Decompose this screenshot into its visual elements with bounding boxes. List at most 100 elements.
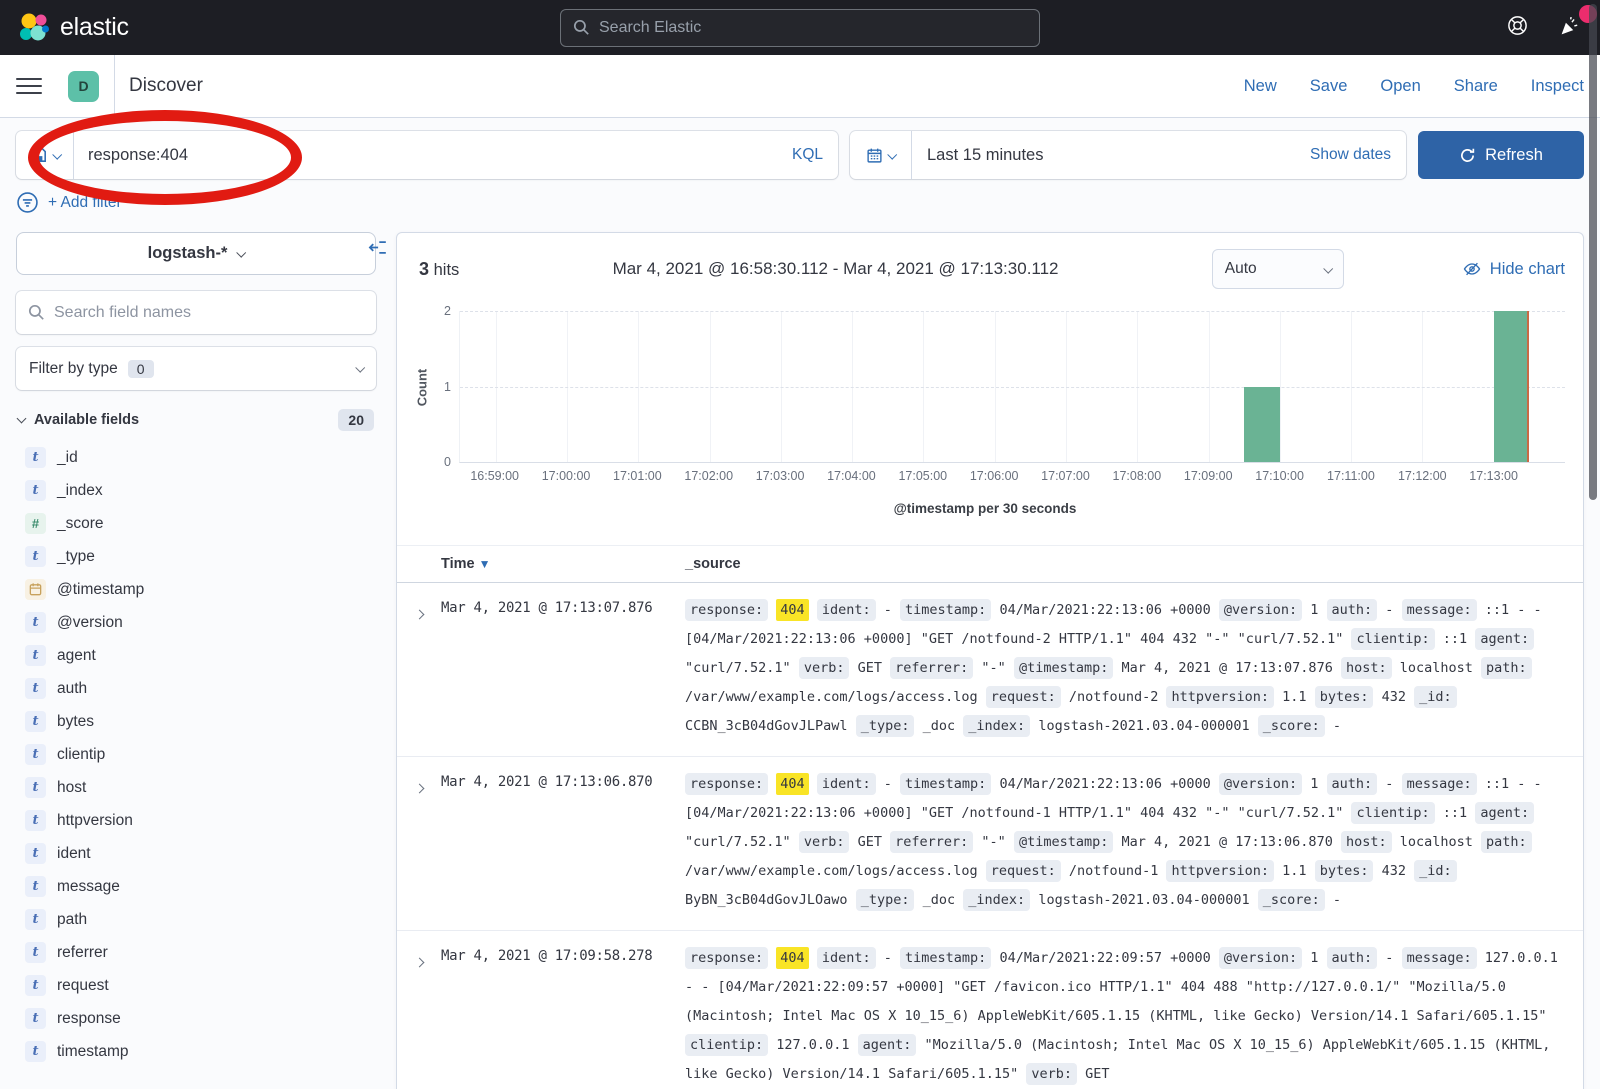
inspect-button[interactable]: Inspect [1531, 77, 1584, 96]
field-item-auth[interactable]: tauth [16, 672, 376, 705]
field-search-input[interactable] [54, 304, 364, 322]
share-button[interactable]: Share [1454, 77, 1498, 96]
newsfeed-icon[interactable] [1559, 14, 1582, 42]
global-search-input[interactable] [599, 19, 1027, 37]
field-item-httpversion[interactable]: thttpversion [16, 804, 376, 837]
collapse-sidebar-button[interactable] [368, 238, 387, 262]
source-field-name: clientip: [1351, 802, 1434, 824]
time-range-button[interactable]: Last 15 minutes [912, 146, 1058, 165]
source-value: _doc [923, 718, 956, 734]
field-item-@version[interactable]: t@version [16, 606, 376, 639]
save-button[interactable]: Save [1310, 77, 1348, 96]
global-search[interactable] [560, 9, 1040, 47]
field-type-string-icon: t [25, 843, 46, 864]
field-item-clientip[interactable]: tclientip [16, 738, 376, 771]
query-input-group: KQL [16, 131, 838, 179]
field-item-_type[interactable]: t_type [16, 540, 376, 573]
field-item-agent[interactable]: tagent [16, 639, 376, 672]
source-field-name: referrer: [890, 831, 973, 853]
field-item-request[interactable]: trequest [16, 969, 376, 1002]
table-header: Time▼ _source [397, 545, 1583, 583]
source-value: ByBN_3cB04dGovJLOawo [685, 892, 848, 908]
chart-time-range-label: Mar 4, 2021 @ 16:58:30.112 - Mar 4, 2021… [459, 259, 1212, 279]
source-value: Mar 4, 2021 @ 17:13:07.876 [1122, 660, 1333, 676]
refresh-button[interactable]: Refresh [1418, 131, 1584, 179]
source-value: 04/Mar/2021:22:09:57 +0000 [999, 950, 1210, 966]
field-item-path[interactable]: tpath [16, 903, 376, 936]
field-item-ident[interactable]: tident [16, 837, 376, 870]
field-name: _score [57, 515, 104, 533]
field-item-referrer[interactable]: treferrer [16, 936, 376, 969]
x-axis-tick-label: 17:02:00 [684, 469, 733, 483]
y-axis-tick-label: 2 [444, 304, 451, 318]
doc-source-cell: response: 404 ident: - timestamp: 04/Mar… [685, 944, 1565, 1089]
available-fields-count-badge: 20 [338, 409, 374, 431]
available-fields-header[interactable]: Available fields 20 [16, 409, 376, 431]
source-field-name: referrer: [890, 657, 973, 679]
hits-label: hits [434, 261, 460, 279]
doc-time-cell: Mar 4, 2021 @ 17:09:58.278 [441, 944, 685, 1089]
source-value: ::1 [1443, 805, 1467, 821]
source-field-name: clientip: [685, 1034, 768, 1056]
source-column-header: _source [685, 556, 1565, 572]
field-item-_id[interactable]: t_id [16, 441, 376, 474]
source-field-name: _type: [856, 715, 915, 737]
field-item-_index[interactable]: t_index [16, 474, 376, 507]
source-field-name: _index: [963, 715, 1030, 737]
query-input[interactable] [74, 146, 777, 165]
histogram-bar[interactable] [1494, 311, 1530, 462]
expand-row-button[interactable] [407, 596, 441, 741]
scrollbar-thumb[interactable] [1589, 4, 1597, 500]
filter-by-type-select[interactable]: Filter by type 0 [16, 347, 376, 390]
help-icon[interactable] [1506, 14, 1529, 42]
field-name: path [57, 911, 87, 929]
doc-source-cell: response: 404 ident: - timestamp: 04/Mar… [685, 770, 1565, 915]
source-value: - [1333, 892, 1341, 908]
fields-sidebar: logstash-* Filter by type 0 Available fi… [16, 232, 376, 1068]
expand-row-button[interactable] [407, 770, 441, 915]
add-filter-button[interactable]: + Add filter [48, 194, 122, 212]
field-item-_score[interactable]: #_score [16, 507, 376, 540]
source-field-name: ident: [817, 947, 876, 969]
field-item-message[interactable]: tmessage [16, 870, 376, 903]
source-value: /notfound-2 [1069, 689, 1158, 705]
time-column-header[interactable]: Time▼ [441, 556, 685, 572]
chevron-down-icon [237, 248, 247, 258]
highlighted-value: 404 [776, 773, 808, 795]
new-button[interactable]: New [1244, 77, 1277, 96]
source-field-name: bytes: [1315, 860, 1374, 882]
elastic-logo[interactable]: elastic [18, 12, 129, 44]
field-item-bytes[interactable]: tbytes [16, 705, 376, 738]
interval-select[interactable]: Auto [1212, 249, 1344, 289]
source-field-name: message: [1402, 599, 1477, 621]
source-value: - [1385, 776, 1393, 792]
source-value: "curl/7.52.1" [685, 834, 791, 850]
x-axis-tick-label: 17:09:00 [1184, 469, 1233, 483]
chevron-right-icon [415, 958, 425, 968]
source-value: logstash-2021.03.04-000001 [1038, 892, 1249, 908]
doc-source-cell: response: 404 ident: - timestamp: 04/Mar… [685, 596, 1565, 741]
x-axis-tick-label: 17:03:00 [756, 469, 805, 483]
discover-app-badge[interactable]: D [68, 71, 99, 102]
field-search[interactable] [16, 291, 376, 334]
source-field-name: agent: [1475, 628, 1534, 650]
query-language-button[interactable]: KQL [777, 146, 838, 164]
field-list: t_idt_index#_scoret_type@timestampt@vers… [16, 441, 376, 1068]
menu-icon[interactable] [16, 78, 42, 95]
doc-table-row: Mar 4, 2021 @ 17:09:58.278response: 404 … [397, 931, 1583, 1089]
quick-select-time-button[interactable] [850, 131, 912, 179]
field-item-response[interactable]: tresponse [16, 1002, 376, 1035]
index-pattern-select[interactable]: logstash-* [16, 232, 376, 275]
open-button[interactable]: Open [1380, 77, 1420, 96]
field-item-@timestamp[interactable]: @timestamp [16, 573, 376, 606]
expand-row-button[interactable] [407, 944, 441, 1089]
show-dates-button[interactable]: Show dates [1310, 146, 1406, 164]
source-value: - [884, 950, 892, 966]
histogram-bar[interactable] [1244, 387, 1280, 463]
saved-query-menu-button[interactable] [16, 131, 74, 179]
field-item-timestamp[interactable]: ttimestamp [16, 1035, 376, 1068]
source-field-name: ident: [817, 599, 876, 621]
field-item-host[interactable]: thost [16, 771, 376, 804]
source-field-name: response: [685, 947, 768, 969]
hide-chart-button[interactable]: Hide chart [1462, 259, 1565, 279]
